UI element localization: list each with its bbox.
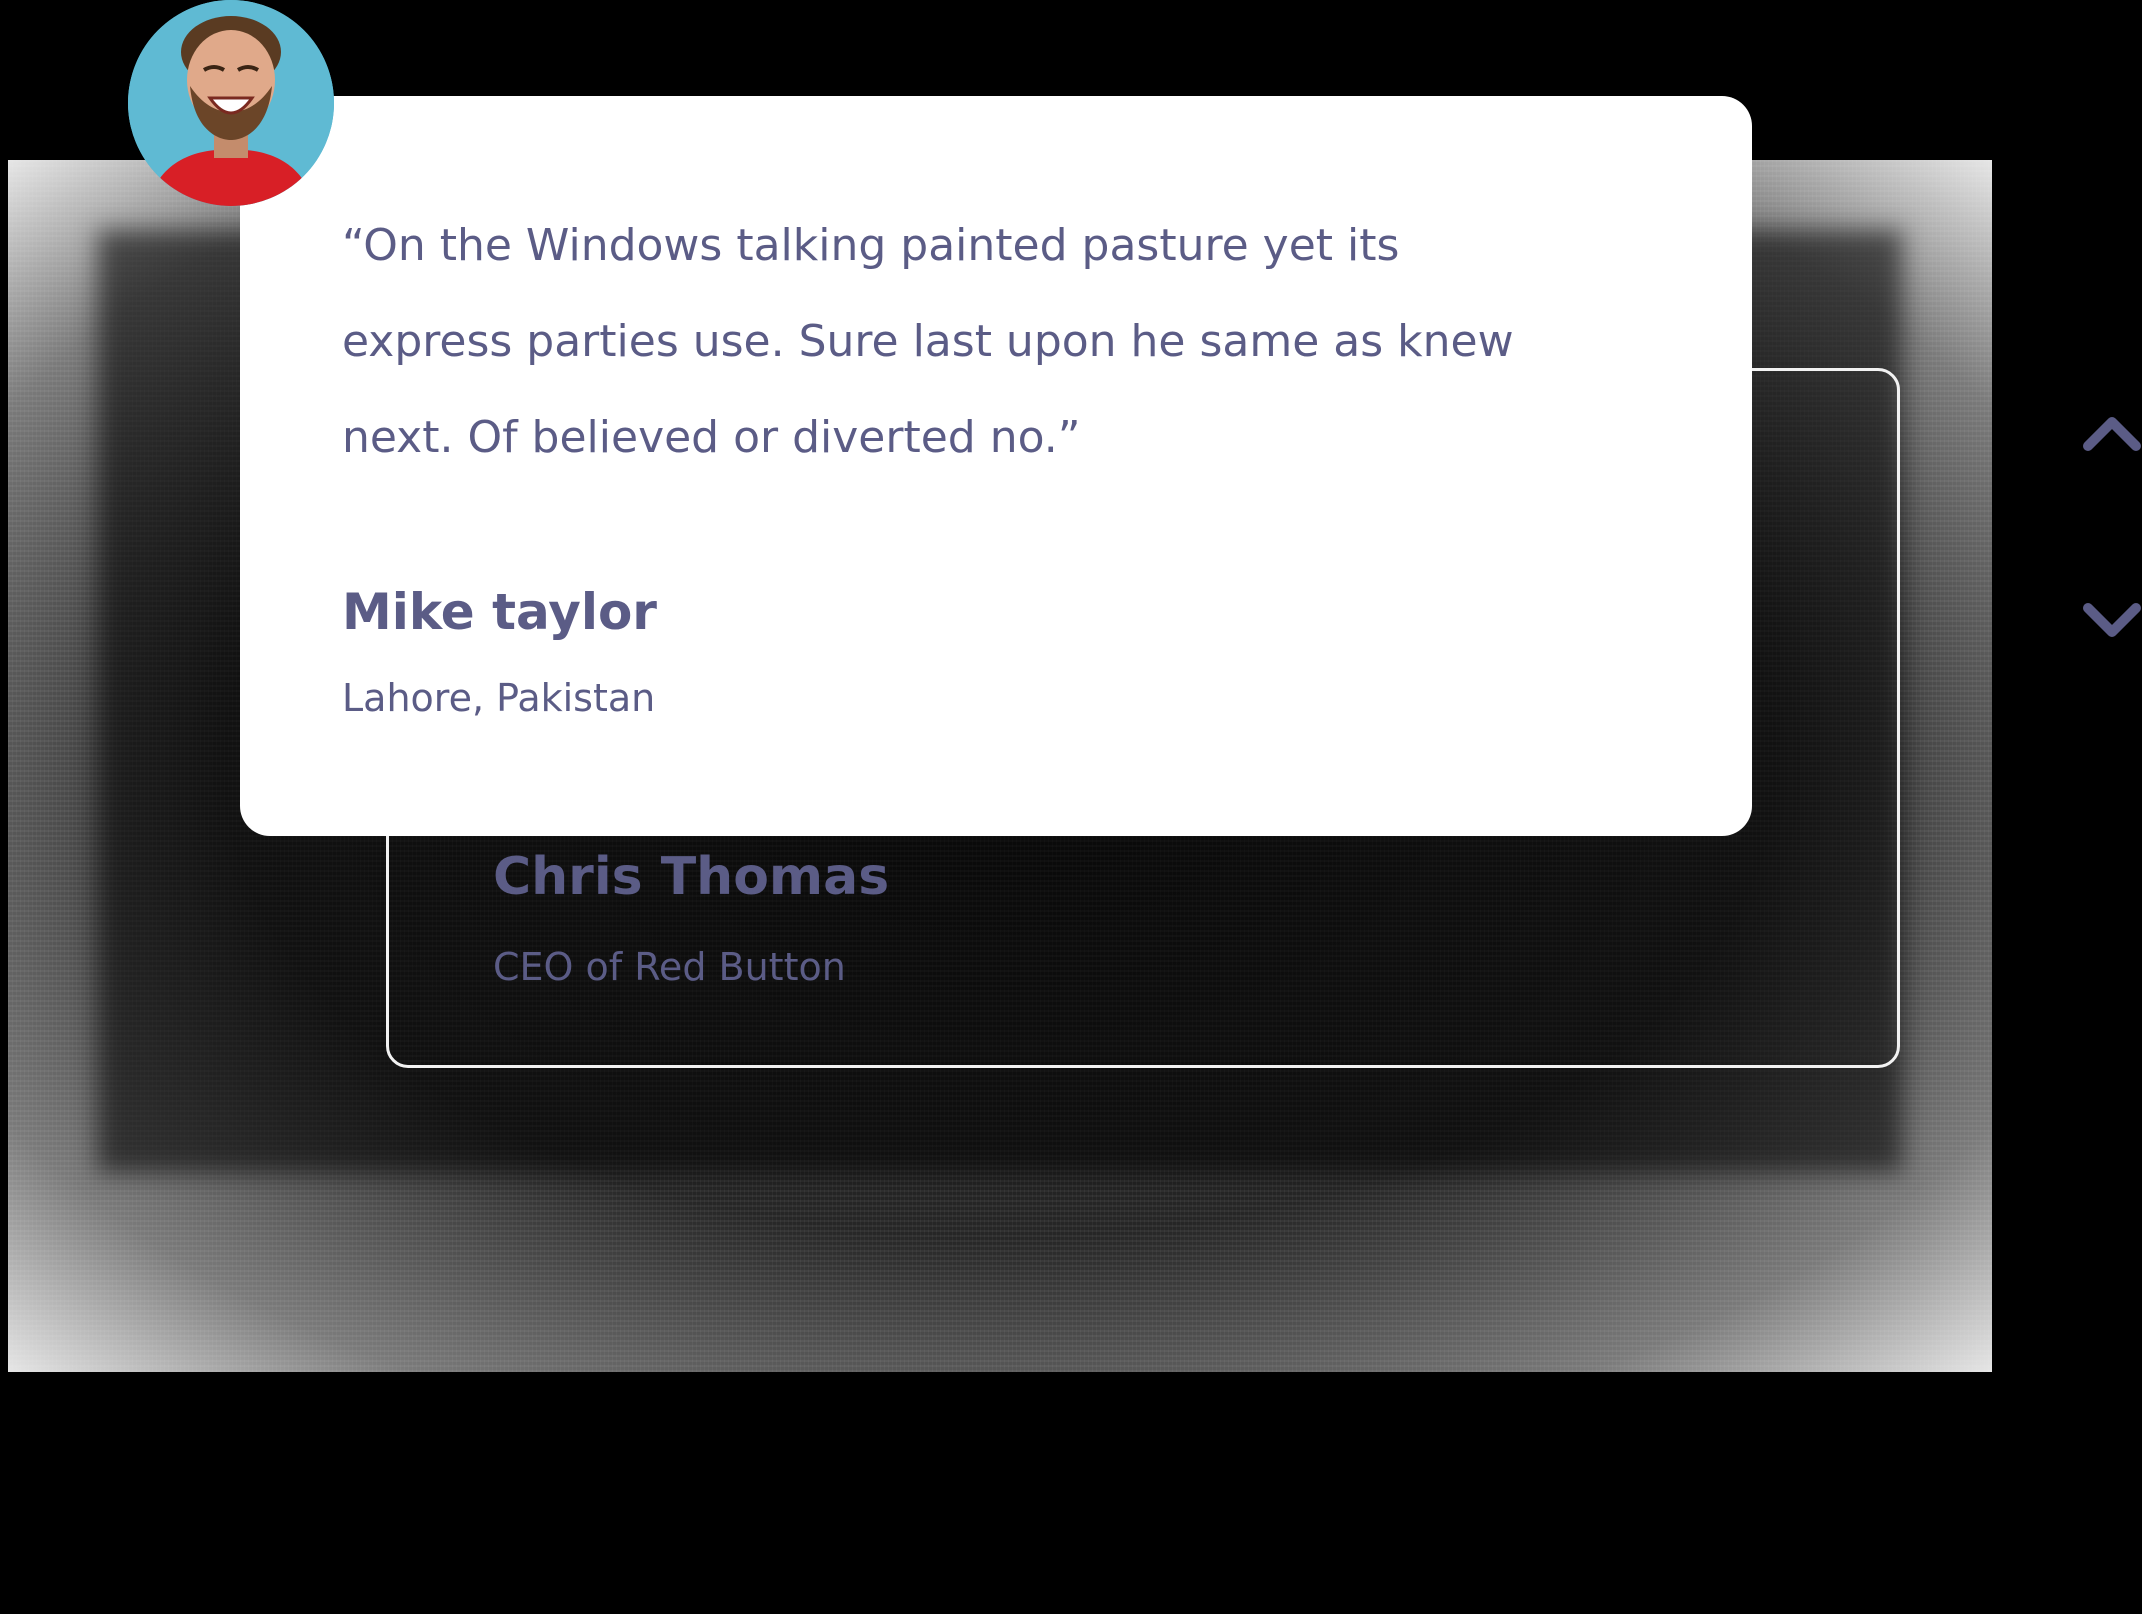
testimonial-section: Chris Thomas CEO of Red Button “On the W… (0, 0, 2142, 1614)
testimonial-quote: “On the Windows talking painted pasture … (342, 220, 1514, 463)
previous-testimonial-button[interactable] (2082, 410, 2142, 454)
author-avatar (128, 0, 334, 206)
next-author-role: CEO of Red Button (493, 945, 846, 989)
testimonial-card-active: “On the Windows talking painted pasture … (240, 96, 1752, 836)
next-author-name: Chris Thomas (493, 847, 890, 907)
author-name: Mike taylor (342, 583, 657, 641)
chevron-down-icon (2083, 603, 2141, 637)
author-location: Lahore, Pakistan (342, 676, 656, 720)
chevron-up-icon (2083, 417, 2141, 451)
person-avatar-photo (128, 0, 334, 206)
next-testimonial-button[interactable] (2082, 600, 2142, 644)
